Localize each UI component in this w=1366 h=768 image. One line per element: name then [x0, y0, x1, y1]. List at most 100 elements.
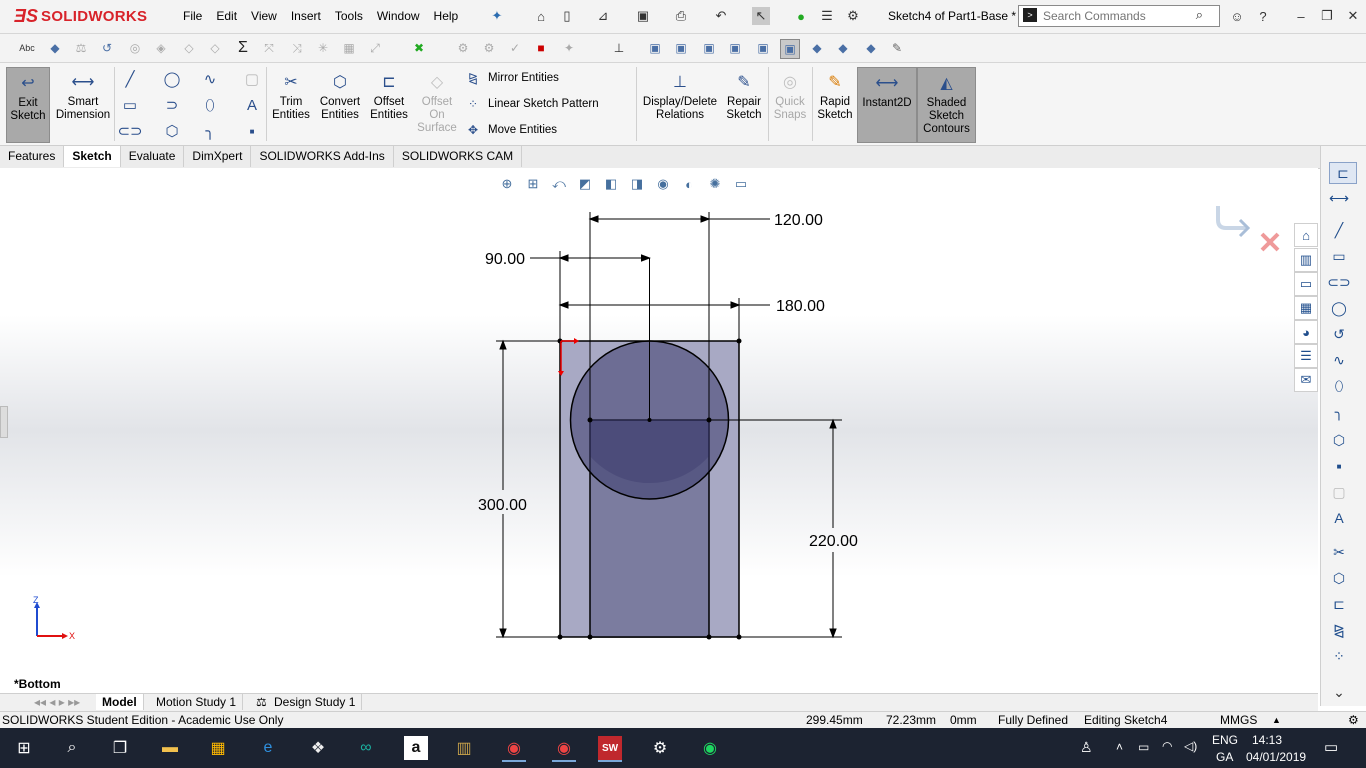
view-cube-icon[interactable]: ▣ [646, 39, 664, 57]
rapid-sketch-button[interactable]: ✎ Rapid Sketch [814, 67, 856, 141]
view-cube-icon[interactable]: ◆ [834, 39, 852, 57]
line-icon[interactable]: ╱ [120, 69, 140, 89]
graphics-area[interactable]: ⊕ ⊞ ⤺ ◩ ◧ ◨ ◉ ◐ ✺ ▭ ◧ ◨ – ❐ ✕ [0, 168, 1318, 693]
file-explorer-icon[interactable]: ▬ [158, 736, 182, 760]
spotify-icon[interactable]: ◉ [698, 736, 722, 760]
tab-design-study[interactable]: ⚖ Design Study 1 [252, 694, 363, 710]
view-cube-icon[interactable]: ◆ [808, 39, 826, 57]
language-eng[interactable]: ENG [1212, 733, 1238, 747]
ellipse-icon[interactable]: ⬯ [1329, 376, 1349, 396]
appearances-icon[interactable]: ◕ [1294, 320, 1318, 344]
unit-system-arrow-icon[interactable]: ▲ [1272, 713, 1281, 728]
view-cube-icon[interactable]: ◆ [862, 39, 880, 57]
sketch-tool-icon[interactable]: ◆ [46, 39, 64, 57]
dimension-text-300[interactable]: 300.00 [478, 497, 527, 514]
sketch-tool-icon[interactable]: ■ [532, 39, 550, 57]
spline-icon[interactable]: ∿ [200, 69, 220, 89]
straight-slot-icon[interactable]: ⊂⊃ [117, 121, 142, 141]
slot-icon[interactable]: ⊂⊃ [1327, 272, 1350, 292]
pattern-icon[interactable]: ⁘ [1329, 646, 1349, 666]
view-cube-icon[interactable]: ▣ [726, 39, 744, 57]
chrome-profile-icon[interactable]: ◉ [502, 736, 526, 762]
language-ga[interactable]: GA [1216, 750, 1233, 764]
view-cube-icon[interactable]: ▣ [754, 39, 772, 57]
search-icon[interactable]: ⌕ [1196, 7, 1203, 23]
repair-sketch-button[interactable]: ✎ Repair Sketch [722, 67, 766, 141]
unit-system[interactable]: MMGS [1220, 713, 1257, 728]
polygon-icon[interactable]: ⬡ [1329, 430, 1349, 450]
ellipse-icon[interactable]: ⬯ [200, 95, 220, 115]
sketch-tool-icon[interactable]: ↺ [98, 39, 116, 57]
new-document-icon[interactable]: ▯ [558, 7, 576, 25]
status-options-icon[interactable]: ⚙ [1348, 713, 1359, 728]
restore-icon[interactable]: ❐ [1318, 7, 1336, 25]
rectangle-icon[interactable]: ▭ [1329, 246, 1349, 266]
exit-sketch-button[interactable]: ↩ Exit Sketch [6, 67, 50, 143]
search-input[interactable] [1041, 7, 1195, 25]
minimize-icon[interactable]: – [1292, 7, 1310, 25]
dropbox-icon[interactable]: ❖ [306, 736, 330, 760]
feature-manager-collapse-handle[interactable] [0, 406, 8, 438]
battery-icon[interactable]: ▭ [1138, 740, 1149, 754]
file-properties-icon[interactable]: ☰ [818, 7, 836, 25]
dimension-text-120[interactable]: 120.00 [774, 212, 823, 229]
clock-date[interactable]: 04/01/2019 [1246, 750, 1306, 764]
dimension-300[interactable] [496, 339, 560, 639]
move-entities-button[interactable]: ✥ Move Entities [464, 122, 557, 138]
trim-icon[interactable]: ✂ [1329, 542, 1349, 562]
point-icon[interactable]: ■ [242, 121, 262, 141]
windows-start-icon[interactable]: ⊞ [12, 736, 36, 760]
sigma-icon[interactable]: Σ [234, 39, 252, 57]
chrome-icon[interactable]: ◉ [552, 736, 576, 762]
arc-icon[interactable]: ↺ [1329, 324, 1349, 344]
search-commands-box[interactable]: > ⌕ [1018, 5, 1220, 27]
tab-scroll-arrows[interactable]: ◂◂ ◂ ▸ ▸▸ [28, 694, 97, 710]
library-icon[interactable]: ▥ [452, 736, 476, 760]
tab-evaluate[interactable]: Evaluate [121, 146, 185, 167]
offset-entities-button[interactable]: ⊏ Offset Entities [368, 67, 410, 141]
spell-check-icon[interactable]: Abc [18, 39, 36, 57]
rebuild-icon[interactable]: ● [792, 7, 810, 25]
excel-icon[interactable]: ✖ [410, 39, 428, 57]
mirror-icon[interactable]: ⧎ [1329, 620, 1349, 640]
custom-properties-icon[interactable]: ☰ [1294, 344, 1318, 368]
dimension-text-220[interactable]: 220.00 [809, 533, 858, 550]
dimension-text-180[interactable]: 180.00 [776, 298, 825, 315]
circle-icon[interactable]: ◯ [1329, 298, 1349, 318]
menu-insert[interactable]: Insert [284, 8, 328, 24]
task-view-icon[interactable]: ❐ [108, 736, 132, 760]
undo-icon[interactable]: ↶ [712, 7, 730, 25]
people-icon[interactable]: ♙ [1080, 739, 1093, 756]
tab-sketch[interactable]: Sketch [64, 146, 121, 167]
options-gear-icon[interactable]: ⚙ [844, 7, 862, 25]
spline-icon[interactable]: ∿ [1329, 350, 1349, 370]
rectangle-icon[interactable]: ▭ [120, 95, 140, 115]
smart-dimension-button[interactable]: ⟷ Smart Dimension [54, 67, 112, 141]
tab-solidworks-add-ins[interactable]: SOLIDWORKS Add-Ins [251, 146, 394, 167]
point-icon[interactable]: ■ [1329, 456, 1349, 476]
convert-entities-icon[interactable]: ⬡ [1329, 568, 1349, 588]
instant2d-button[interactable]: ⟷ Instant2D [857, 67, 917, 143]
offset-icon[interactable]: ⊏ [1329, 594, 1349, 614]
sketch-icon[interactable]: ⊏ [1329, 162, 1357, 184]
text-icon[interactable]: A [1329, 508, 1349, 528]
polygon-icon[interactable]: ⬡ [162, 121, 182, 141]
menu-edit[interactable]: Edit [209, 8, 244, 24]
settings-gear-icon[interactable]: ⚙ [648, 736, 672, 760]
close-icon[interactable]: ✕ [1344, 7, 1362, 25]
edge-icon[interactable]: e [256, 736, 280, 760]
linear-sketch-pattern-button[interactable]: ⁘ Linear Sketch Pattern [464, 96, 599, 112]
smart-dimension-icon[interactable]: ⟷ [1329, 188, 1349, 208]
mirror-entities-button[interactable]: ⧎ Mirror Entities [464, 70, 559, 86]
slot-icon[interactable]: ⊃ [162, 95, 182, 115]
line-icon[interactable]: ╱ [1329, 220, 1349, 240]
help-icon[interactable]: ? [1254, 7, 1272, 25]
tab-solidworks-cam[interactable]: SOLIDWORKS CAM [394, 146, 523, 167]
text-icon[interactable]: A [242, 95, 262, 115]
pencil-icon[interactable]: ✎ [888, 39, 906, 57]
shaded-sketch-contours-button[interactable]: ◭ Shaded Sketch Contours [917, 67, 976, 143]
select-pointer-icon[interactable]: ↖ [752, 7, 770, 25]
fillet-icon[interactable]: ╮ [200, 121, 220, 141]
print-icon[interactable]: ⎙ [672, 7, 690, 25]
volume-icon[interactable]: ◁) [1184, 739, 1197, 753]
